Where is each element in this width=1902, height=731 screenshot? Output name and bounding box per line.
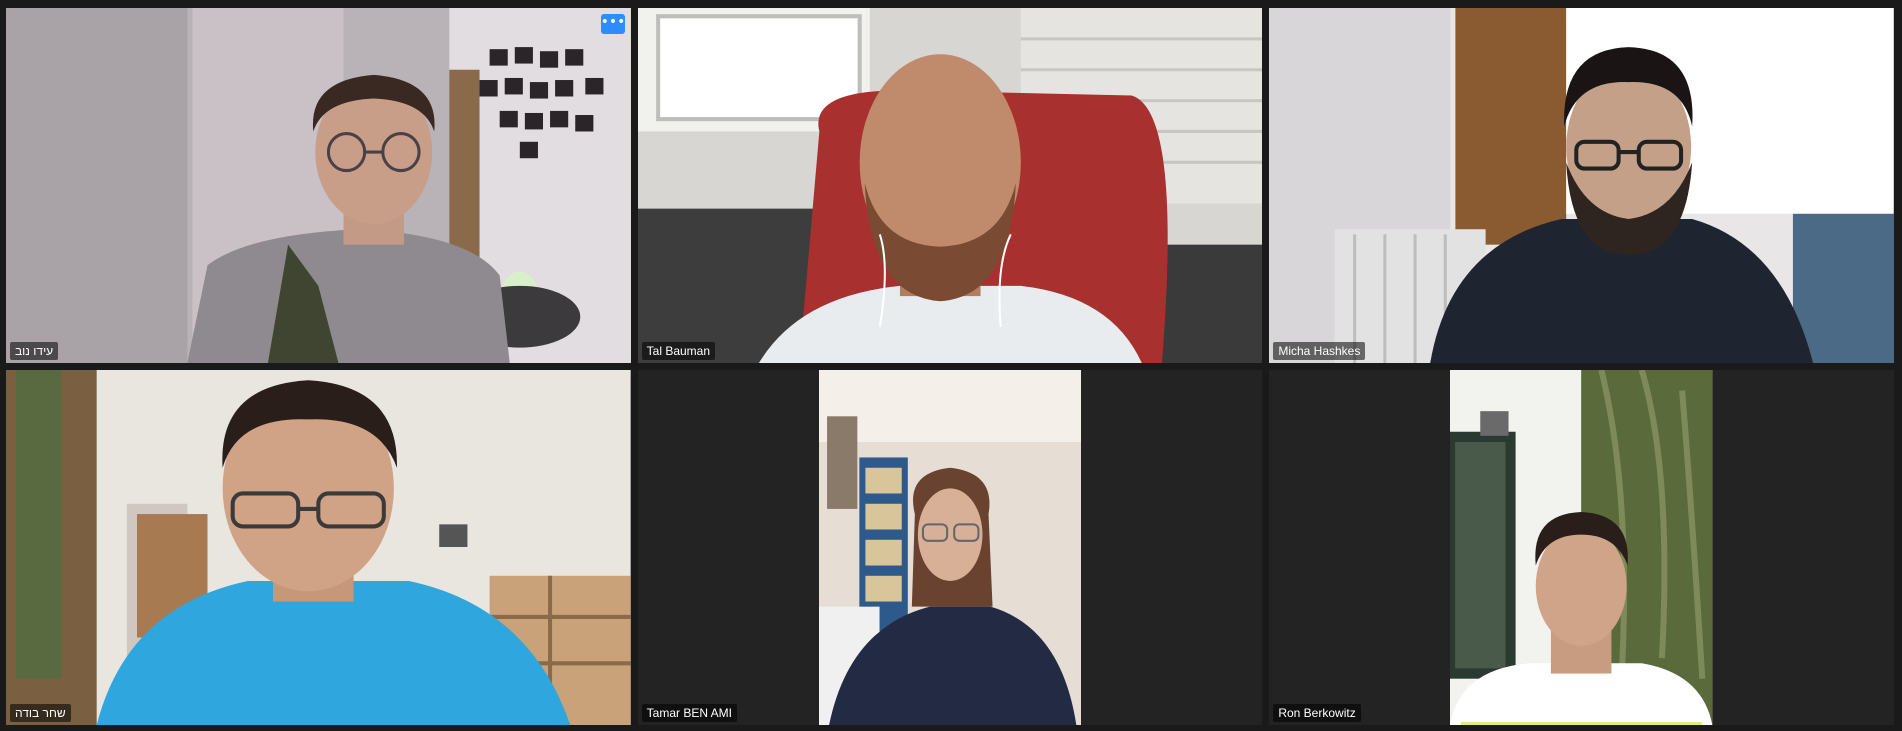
participant-name: Tamar BEN AMI [641, 704, 738, 722]
video-feed [1269, 8, 1894, 363]
video-feed [6, 370, 631, 725]
participant-name: Tal Bauman [641, 342, 716, 360]
participant-name: Ron Berkowitz [1273, 704, 1361, 722]
participant-name: Micha Hashkes [1273, 342, 1366, 360]
gallery-view: ••• עידו נוב Tal Bauman Micha Hashkes שח… [6, 8, 1894, 725]
video-feed [637, 8, 1263, 363]
speaking-indicator [1460, 722, 1703, 725]
video-feed [818, 370, 1082, 725]
participant-tile[interactable]: ••• עידו נוב [6, 8, 631, 363]
participant-name: עידו נוב [10, 342, 59, 360]
participant-tile[interactable]: Tamar BEN AMI [637, 370, 1263, 725]
participant-tile[interactable]: Ron Berkowitz [1269, 370, 1894, 725]
participant-name: שחר בודה [10, 704, 71, 722]
participant-tile[interactable]: Micha Hashkes [1269, 8, 1894, 363]
more-options-button[interactable]: ••• [600, 14, 625, 34]
participant-tile[interactable]: שחר בודה [6, 370, 631, 725]
video-feed [1450, 370, 1713, 725]
participant-tile[interactable]: Tal Bauman [637, 8, 1263, 363]
video-feed [6, 8, 631, 363]
